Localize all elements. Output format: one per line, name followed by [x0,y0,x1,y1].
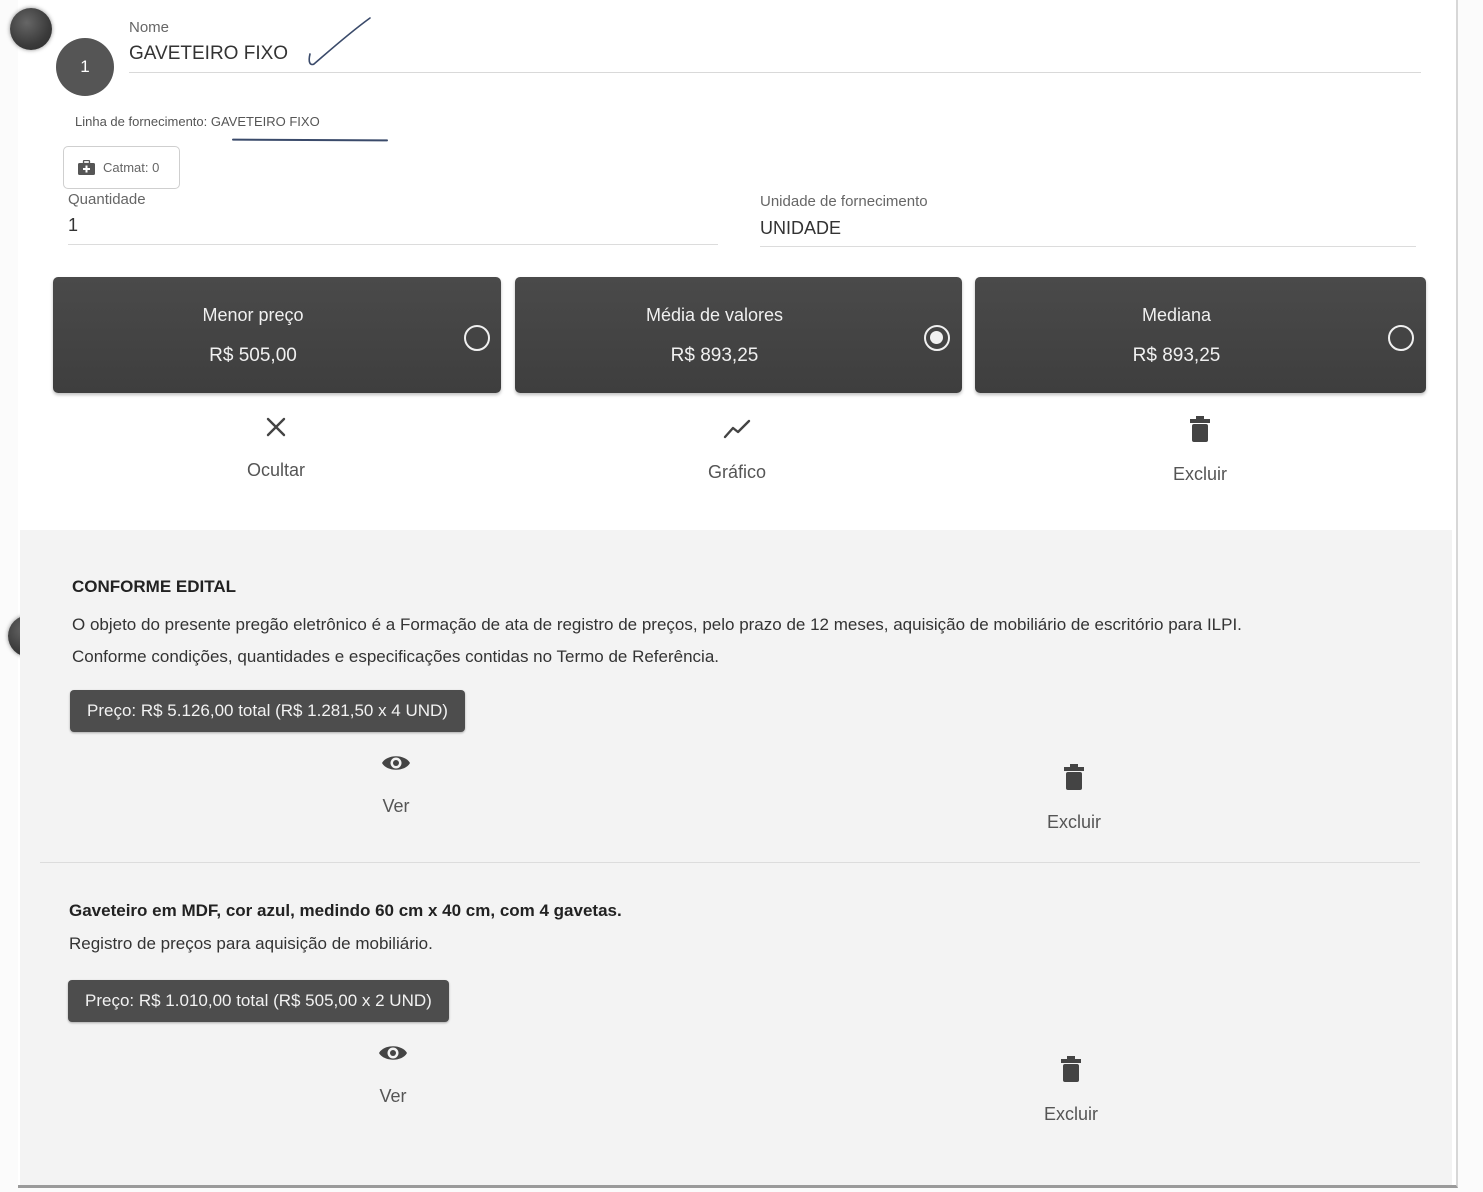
delete-item-button[interactable]: Excluir [1130,416,1270,485]
quote-1-title: CONFORME EDITAL [72,577,237,596]
radio-average-selected[interactable] [924,325,950,351]
stat-title: Menor preço [202,305,304,325]
quote-1-delete-label: Excluir [1046,812,1101,832]
trending-icon [723,419,751,439]
quote-2-price-badge: Preço: R$ 1.010,00 total (R$ 505,00 x 2 … [68,980,449,1022]
quote-2-title: Gaveteiro em MDF, cor azul, medindo 60 c… [69,901,622,920]
quote-2-delete-button[interactable]: Excluir [1001,1056,1141,1125]
unit-field-underline [760,246,1416,247]
unit-field[interactable]: UNIDADE [760,218,841,239]
close-icon [266,417,286,437]
eye-icon [382,756,410,770]
quote-1-delete-button[interactable]: Excluir [1004,764,1144,833]
quote-1-description-line-2: Conforme condições, quantidades e especi… [72,647,720,666]
name-field-underline [129,72,1421,73]
radio-median[interactable] [1388,325,1414,351]
quote-1-description-line-1: O objeto do presente pregão eletrônico é… [72,615,1242,634]
stat-value: R$ 893,25 [1132,345,1221,366]
catmat-label: Catmat: 0 [103,160,160,175]
stat-title: Média de valores [645,305,784,325]
quantity-field-underline [68,244,718,245]
quote-2-view-button[interactable]: Ver [323,1042,463,1107]
medkit-icon [78,160,95,175]
chart-label: Gráfico [707,462,767,482]
stat-value: R$ 893,25 [670,345,759,366]
catmat-chip[interactable]: Catmat: 0 [63,146,180,189]
stat-card-average[interactable]: Média de valores R$ 893,25 [515,277,962,393]
trash-icon [1061,1056,1081,1082]
stat-card-lowest-price[interactable]: Menor preço R$ 505,00 [53,277,501,393]
radio-lowest-price[interactable] [464,325,490,351]
item-number-badge: 1 [56,38,114,96]
unit-label: Unidade de fornecimento [760,193,928,210]
quote-1-view-button[interactable]: Ver [326,752,466,817]
stat-title: Mediana [1141,305,1212,325]
quote-1-price-badge: Preço: R$ 5.126,00 total (R$ 1.281,50 x … [70,690,465,732]
quote-divider [40,862,1420,863]
quantity-label: Quantidade [68,191,146,208]
punch-hole-top [10,8,52,50]
hide-label: Ocultar [246,460,306,480]
hide-button[interactable]: Ocultar [206,416,346,481]
stat-card-median[interactable]: Mediana R$ 893,25 [975,277,1426,393]
trash-icon [1190,416,1210,442]
delete-item-label: Excluir [1172,464,1227,484]
quote-2-delete-label: Excluir [1043,1104,1098,1124]
stat-value: R$ 505,00 [209,345,297,366]
handwritten-check-mark [308,17,371,66]
quote-1-view-label: Ver [382,796,410,816]
eye-icon [379,1046,407,1060]
name-field[interactable]: GAVETEIRO FIXO [129,43,288,65]
quantity-field[interactable]: 1 [68,215,78,236]
name-label: Nome [129,19,170,36]
supply-line-text: Linha de fornecimento: GAVETEIRO FIXO [75,114,320,129]
trash-icon [1064,764,1084,790]
chart-button[interactable]: Gráfico [667,418,807,483]
quote-2-view-label: Ver [379,1086,407,1106]
quote-2-description: Registro de preços para aquisição de mob… [69,934,433,953]
